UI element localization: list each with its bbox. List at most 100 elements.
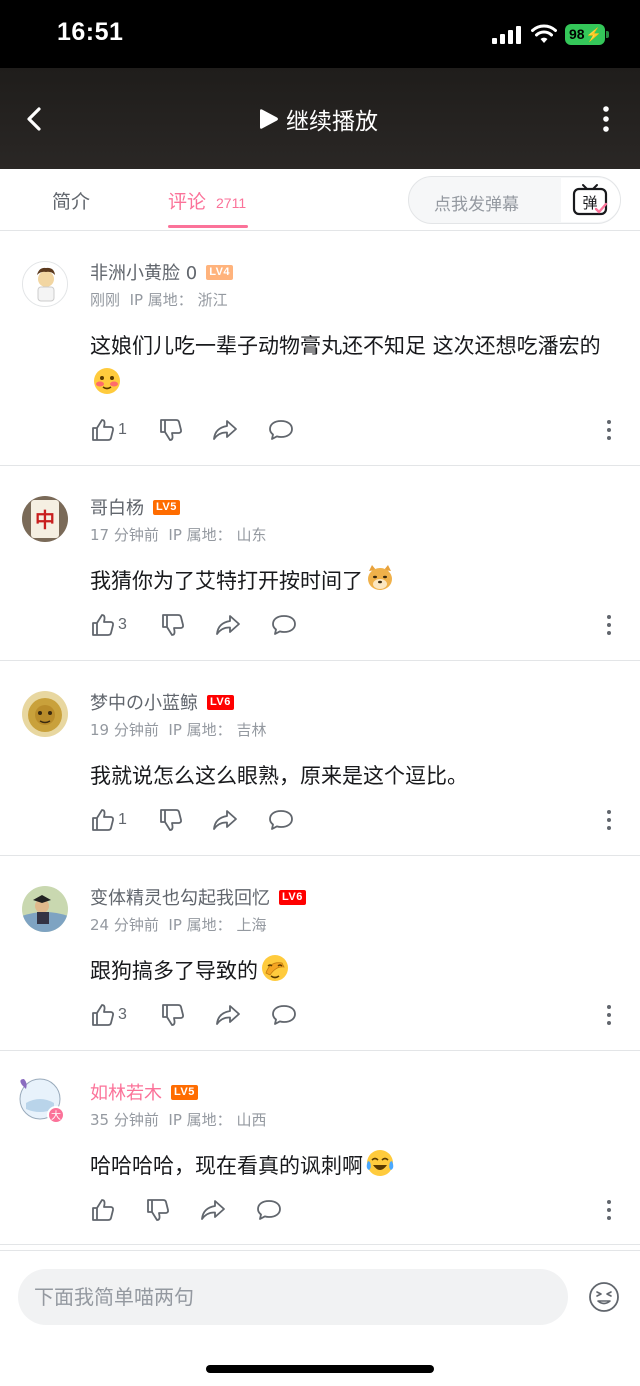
danmaku-placeholder: 点我发弹幕 — [434, 195, 519, 215]
comment-username[interactable]: 非洲小黄脸 0 LV4 — [90, 259, 234, 285]
comment-more-icon[interactable] — [605, 1199, 613, 1221]
share-button[interactable] — [215, 1002, 241, 1028]
share-button[interactable] — [212, 417, 238, 443]
battery-level: 98 — [569, 26, 585, 42]
continue-play-button[interactable]: 继续播放 — [258, 104, 378, 135]
danmaku-icon: 弹 — [572, 184, 608, 216]
comment-more-icon[interactable] — [605, 1004, 613, 1026]
danmaku-toggle[interactable]: 弹 — [561, 178, 620, 222]
avatar[interactable]: 大 — [16, 1075, 68, 1127]
ip-location: 山西 — [236, 1111, 267, 1129]
comment-username[interactable]: 如林若木 LV5 — [90, 1079, 198, 1105]
like-button[interactable] — [90, 1197, 118, 1223]
comment-body: 哈哈哈哈，现在看真的讽刺啊 — [90, 1154, 363, 1178]
level-badge: LV5 — [153, 499, 180, 515]
like-button[interactable]: 1 — [90, 417, 127, 443]
thumbs-up-icon — [92, 1199, 114, 1221]
share-button[interactable] — [200, 1197, 226, 1223]
comment-input[interactable] — [18, 1269, 568, 1325]
like-button[interactable]: 3 — [90, 612, 127, 638]
dislike-button[interactable] — [160, 612, 186, 638]
ip-label: IP 属地： — [168, 721, 232, 739]
username-text: 非洲小黄脸 0 — [90, 263, 198, 284]
like-count: 1 — [118, 811, 127, 828]
comment-more-icon[interactable] — [605, 809, 613, 831]
dislike-button[interactable] — [158, 417, 184, 443]
comment-body: 我猜你为了艾特打开按时间了 — [90, 569, 363, 593]
dislike-button[interactable] — [158, 807, 184, 833]
battery-icon: 98 ⚡ — [565, 24, 609, 45]
dislike-button[interactable] — [145, 1197, 171, 1223]
avatar[interactable] — [22, 691, 68, 737]
facepalm-emoji-icon — [262, 955, 288, 981]
comment-body: 跟狗搞多了导致的 — [90, 959, 258, 983]
comment-actions: 1 — [90, 417, 630, 443]
comment-meta: 17 分钟前 IP 属地： 山东 — [90, 524, 266, 545]
more-options-icon[interactable] — [596, 104, 616, 134]
username-text: 变体精灵也勾起我回忆 — [90, 888, 270, 909]
thumbs-down-icon — [162, 614, 184, 636]
comment-username[interactable]: 变体精灵也勾起我回忆 LV6 — [90, 884, 306, 910]
back-arrow-icon[interactable] — [20, 104, 50, 134]
thumbs-down-icon — [162, 1004, 184, 1026]
status-time: 16:51 — [57, 18, 124, 46]
reply-button[interactable] — [271, 612, 297, 638]
share-button[interactable] — [212, 807, 238, 833]
danmaku-input-button[interactable]: 点我发弹幕 弹 — [408, 176, 621, 224]
thumbs-up-icon — [92, 419, 114, 441]
thumbs-up-icon — [92, 1004, 114, 1026]
continue-play-label: 继续播放 — [286, 109, 378, 135]
flushed-face-emoji-icon — [94, 368, 120, 394]
share-icon — [201, 1200, 225, 1220]
ip-label: IP 属地： — [168, 1111, 232, 1129]
emoji-picker-icon[interactable] — [588, 1281, 620, 1313]
status-bar: 16:51 98 ⚡ — [0, 0, 640, 68]
level-badge: LV6 — [279, 889, 306, 905]
comment-time: 17 分钟前 — [90, 526, 159, 544]
comment-item: 梦中の小蓝鲸 LV6 19 分钟前 IP 属地： 吉林 我就说怎么这么眼熟，原来… — [0, 661, 640, 856]
like-button[interactable]: 1 — [90, 807, 127, 833]
thumbs-down-icon — [160, 419, 182, 441]
wifi-icon — [531, 24, 557, 43]
level-badge: LV6 — [207, 694, 234, 710]
reply-button[interactable] — [268, 807, 294, 833]
dislike-button[interactable] — [160, 1002, 186, 1028]
username-text: 梦中の小蓝鲸 — [90, 693, 198, 714]
share-icon — [213, 420, 237, 440]
reply-bubble-icon — [269, 420, 293, 440]
comment-text: 我猜你为了艾特打开按时间了 — [90, 562, 610, 600]
ip-location: 吉林 — [236, 721, 267, 739]
comment-actions — [90, 1197, 630, 1223]
reply-button[interactable] — [268, 417, 294, 443]
avatar[interactable] — [22, 886, 68, 932]
share-icon — [216, 1005, 240, 1025]
comment-username[interactable]: 哥白杨 LV5 — [90, 494, 180, 520]
doge-emoji-icon — [368, 565, 392, 590]
comment-more-icon[interactable] — [605, 419, 613, 441]
tab-comments[interactable]: 评论 2711 — [168, 187, 246, 214]
reply-button[interactable] — [271, 1002, 297, 1028]
share-button[interactable] — [215, 612, 241, 638]
level-badge: LV4 — [206, 264, 234, 280]
play-icon — [260, 109, 278, 129]
level-badge: LV5 — [171, 1084, 198, 1100]
comment-meta: 刚刚 IP 属地： 浙江 — [90, 289, 228, 310]
ip-label: IP 属地： — [168, 916, 232, 934]
comment-body: 我就说怎么这么眼熟，原来是这个逗比。 — [90, 764, 468, 788]
svg-text:中: 中 — [35, 508, 55, 532]
like-button[interactable]: 3 — [90, 1002, 127, 1028]
avatar[interactable] — [22, 261, 68, 307]
tab-intro[interactable]: 简介 — [52, 187, 90, 214]
comment-item: 非洲小黄脸 0 LV4 刚刚 IP 属地： 浙江 这娘们儿吃一辈子动物膏丸还不知… — [0, 231, 640, 466]
ip-location: 浙江 — [197, 291, 228, 309]
reply-bubble-icon — [257, 1200, 281, 1220]
tab-comments-count: 2711 — [216, 195, 247, 211]
home-indicator[interactable] — [206, 1365, 434, 1373]
reply-button[interactable] — [256, 1197, 282, 1223]
comment-time: 24 分钟前 — [90, 916, 159, 934]
avatar[interactable]: 中 — [22, 496, 68, 542]
comment-time: 19 分钟前 — [90, 721, 159, 739]
comment-username[interactable]: 梦中の小蓝鲸 LV6 — [90, 689, 234, 715]
username-text: 哥白杨 — [90, 498, 144, 519]
comment-more-icon[interactable] — [605, 614, 613, 636]
